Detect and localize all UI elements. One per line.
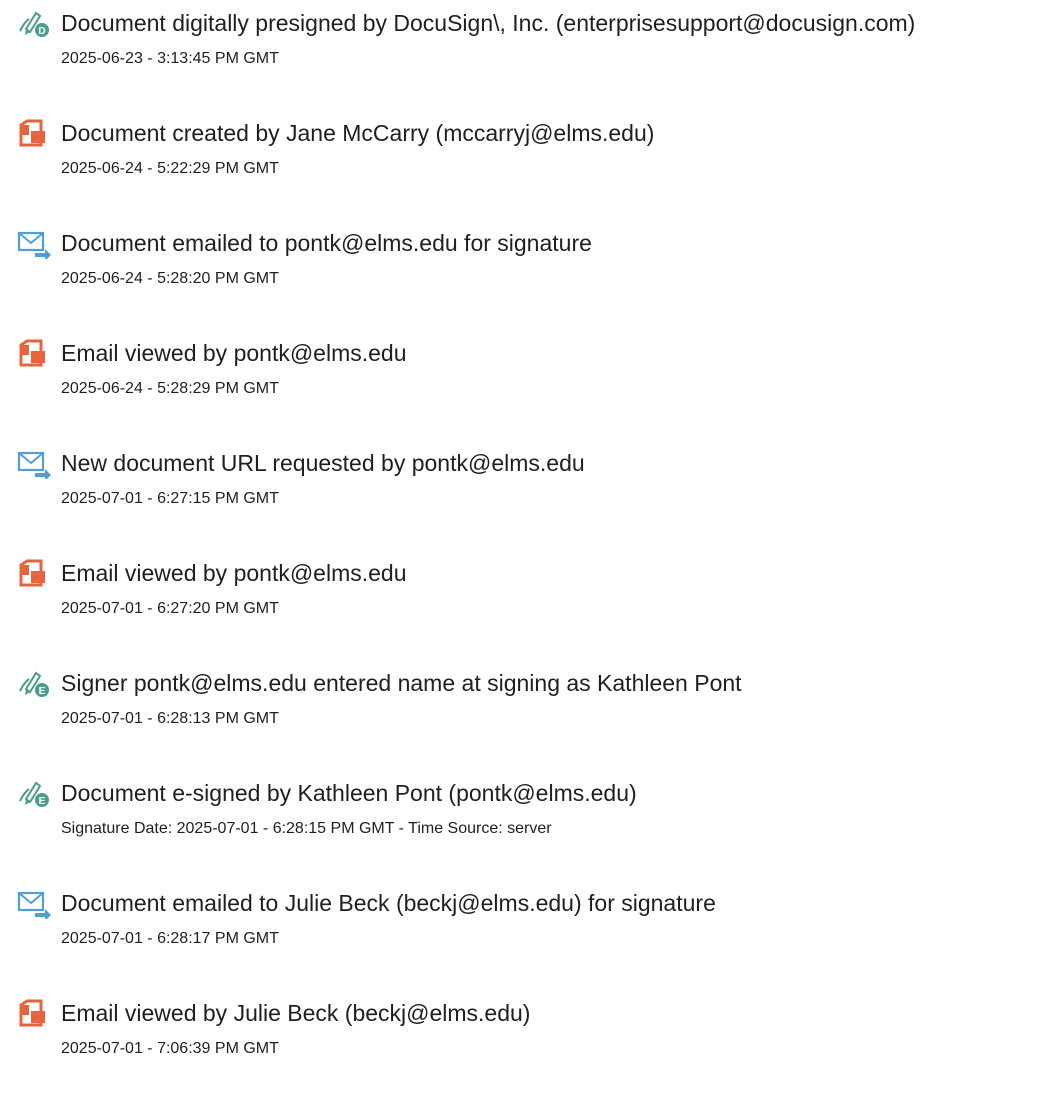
audit-event: Email viewed by Julie Beck (beckj@elms.e… [0, 995, 1039, 1095]
audit-event: Email viewed by pontk@elms.edu 2025-07-0… [0, 555, 1039, 655]
event-title: New document URL requested by pontk@elms… [61, 450, 585, 476]
email-send-icon [17, 889, 51, 919]
event-timestamp: 2025-06-24 - 5:22:29 PM GMT [61, 160, 279, 177]
event-timestamp: 2025-07-01 - 7:06:39 PM GMT [61, 1040, 279, 1057]
pdf-document-icon [17, 339, 51, 369]
audit-event: D Document digitally presigned by DocuSi… [0, 5, 1039, 105]
audit-event: Document emailed to pontk@elms.edu for s… [0, 225, 1039, 325]
pen-sign-e-icon: E [17, 779, 51, 809]
pen-sign-e-icon: E [17, 669, 51, 699]
pen-sign-d-icon: D [17, 9, 51, 39]
event-title: Email viewed by pontk@elms.edu [61, 560, 407, 586]
event-timestamp: 2025-06-24 - 5:28:20 PM GMT [61, 270, 279, 287]
event-title: Document emailed to pontk@elms.edu for s… [61, 230, 592, 256]
event-title: Document created by Jane McCarry (mccarr… [61, 120, 655, 146]
email-send-icon [17, 229, 51, 259]
audit-event: E Signer pontk@elms.edu entered name at … [0, 665, 1039, 765]
pdf-document-icon [17, 999, 51, 1029]
email-send-icon [17, 449, 51, 479]
svg-text:E: E [39, 796, 46, 807]
event-title: Signer pontk@elms.edu entered name at si… [61, 670, 742, 696]
event-timestamp: 2025-07-01 - 6:28:13 PM GMT [61, 710, 279, 727]
audit-event: Document emailed to Julie Beck (beckj@el… [0, 885, 1039, 985]
event-timestamp: 2025-07-01 - 6:27:20 PM GMT [61, 600, 279, 617]
audit-event: New document URL requested by pontk@elms… [0, 445, 1039, 545]
event-title: Document e-signed by Kathleen Pont (pont… [61, 780, 637, 806]
event-timestamp: 2025-06-24 - 5:28:29 PM GMT [61, 380, 279, 397]
audit-event: E Document e-signed by Kathleen Pont (po… [0, 775, 1039, 875]
event-title: Document emailed to Julie Beck (beckj@el… [61, 890, 716, 916]
svg-text:D: D [38, 26, 45, 37]
event-timestamp: Signature Date: 2025-07-01 - 6:28:15 PM … [61, 820, 552, 837]
event-title: Email viewed by Julie Beck (beckj@elms.e… [61, 1000, 531, 1026]
event-timestamp: 2025-06-23 - 3:13:45 PM GMT [61, 50, 279, 67]
audit-event: Document created by Jane McCarry (mccarr… [0, 115, 1039, 215]
svg-text:E: E [39, 686, 46, 697]
event-title: Email viewed by pontk@elms.edu [61, 340, 407, 366]
pdf-document-icon [17, 119, 51, 149]
event-timestamp: 2025-07-01 - 6:27:15 PM GMT [61, 490, 279, 507]
pdf-document-icon [17, 559, 51, 589]
event-title: Document digitally presigned by DocuSign… [61, 10, 916, 36]
event-timestamp: 2025-07-01 - 6:28:17 PM GMT [61, 930, 279, 947]
audit-event: Email viewed by pontk@elms.edu 2025-06-2… [0, 335, 1039, 435]
